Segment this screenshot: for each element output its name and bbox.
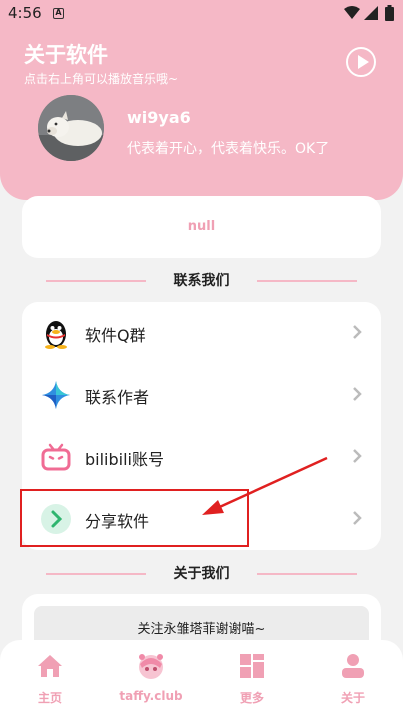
list-item-qq-group[interactable]: 软件Q群: [22, 302, 381, 364]
divider-line: [257, 280, 357, 282]
signal-icon: [364, 6, 378, 20]
taffy-avatar-icon: [139, 654, 163, 679]
profile-header: 关于软件 点击右上角可以播放音乐哦~ wi9ya6 代表着开心，代表着快乐。OK…: [0, 28, 403, 200]
avatar[interactable]: [38, 95, 104, 161]
chevron-right-icon: [353, 387, 362, 401]
status-time: 4:56: [8, 4, 42, 22]
list-item-bilibili[interactable]: bilibili账号: [22, 426, 381, 488]
list-item-label: 软件Q群: [85, 326, 146, 345]
list-item-label: 联系作者: [85, 388, 150, 407]
status-bar: 4:56 A: [0, 0, 403, 28]
page-subtitle: 点击右上角可以播放音乐哦~: [24, 72, 179, 86]
info-card: null: [22, 196, 381, 258]
divider-line: [257, 573, 357, 575]
contact-section-header: 联系我们: [46, 271, 357, 291]
chevron-right-icon: [353, 511, 362, 525]
dog-avatar-icon: [38, 95, 104, 161]
highlight-annotation-box: [20, 489, 249, 547]
nav-label: 关于: [340, 691, 365, 705]
username: wi9ya6: [127, 108, 191, 127]
chevron-right-icon: [353, 449, 362, 463]
notification-icon: A: [53, 8, 64, 19]
play-music-button[interactable]: [346, 47, 376, 77]
nav-label: 主页: [37, 691, 62, 705]
nav-taffy-club[interactable]: taffy.club: [101, 640, 201, 718]
list-item-label: bilibili账号: [85, 450, 164, 469]
home-icon: [38, 655, 62, 677]
page-title: 关于软件: [24, 43, 108, 67]
list-item-contact-author[interactable]: 联系作者: [22, 364, 381, 426]
user-motto: 代表着开心，代表着快乐。OK了: [127, 141, 330, 157]
about-section-header: 关于我们: [46, 564, 357, 584]
nav-home[interactable]: 主页: [0, 640, 100, 718]
user-icon: [342, 654, 364, 678]
qq-penguin-icon: [45, 321, 67, 349]
wifi-icon: [344, 6, 360, 19]
battery-icon: [385, 5, 394, 21]
nav-about[interactable]: 关于: [303, 640, 403, 718]
nav-label: 更多: [239, 691, 264, 705]
nav-label: taffy.club: [119, 689, 183, 703]
bottom-navigation: 主页 taffy.club 更多 关于: [0, 640, 403, 718]
sparkle-icon: [42, 381, 70, 409]
nav-more[interactable]: 更多: [202, 640, 302, 718]
grid-icon: [240, 654, 264, 678]
bilibili-tv-icon: [41, 443, 71, 471]
chevron-right-icon: [353, 325, 362, 339]
